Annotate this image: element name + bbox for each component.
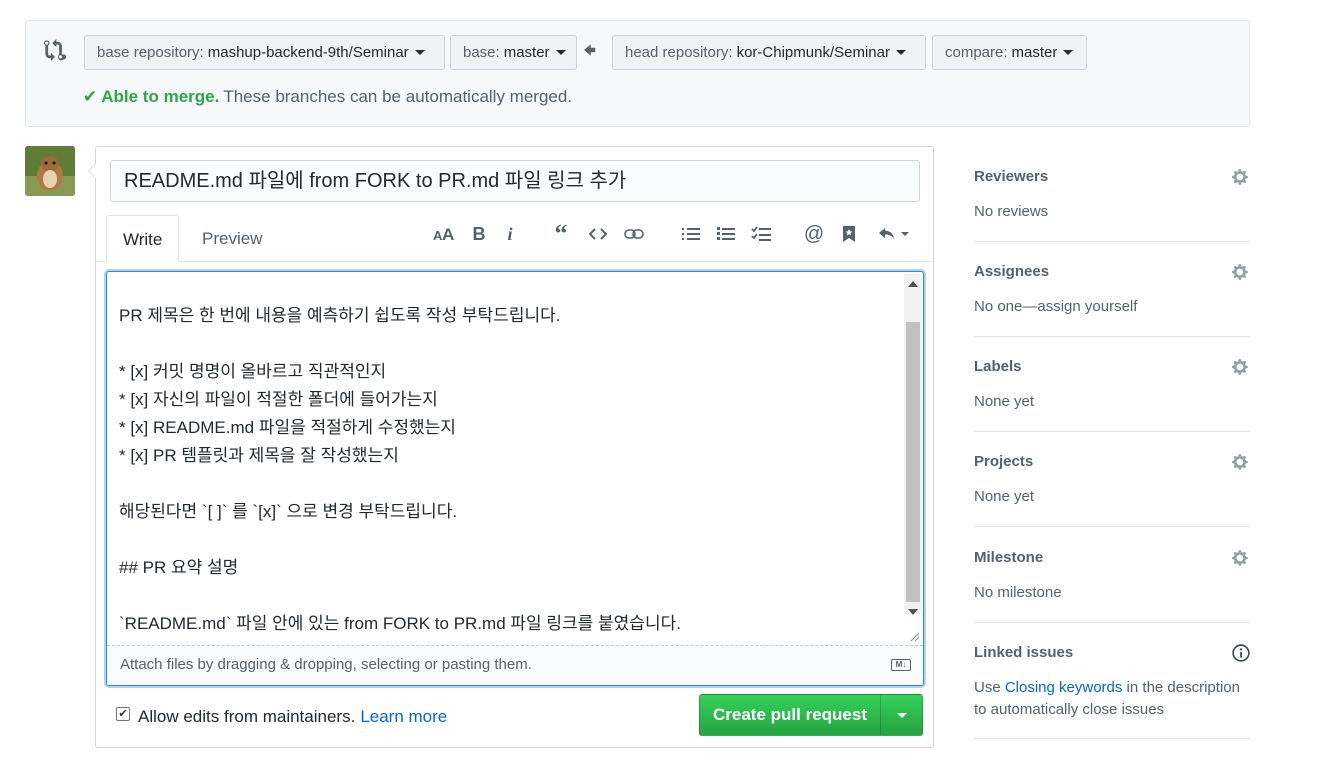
gear-icon[interactable] bbox=[1232, 263, 1250, 281]
allow-edits-label: Allow edits from maintainers. bbox=[138, 707, 356, 726]
avatar[interactable] bbox=[25, 146, 75, 196]
base-branch-key: base: bbox=[463, 44, 500, 61]
sidebar-linked-issues: Linked issues Use Closing keywords in th… bbox=[974, 622, 1250, 739]
sidebar-title[interactable]: Projects bbox=[974, 453, 1033, 470]
mention-icon[interactable]: @ bbox=[801, 221, 827, 247]
scrollbar[interactable] bbox=[904, 274, 921, 615]
body-textarea[interactable]: PR 제목은 한 번에 내용을 예측하기 쉽도록 작성 부탁드립니다. * [x… bbox=[106, 271, 924, 686]
compare-branch-key: compare: bbox=[945, 44, 1008, 61]
linked-issues-text: to automatically close issues bbox=[974, 701, 1165, 718]
create-options-dropdown[interactable] bbox=[880, 694, 923, 736]
check-icon: ✔ bbox=[83, 87, 98, 106]
sidebar-value: No reviews bbox=[974, 203, 1049, 220]
head-repository-key: head repository: bbox=[625, 44, 733, 61]
compare-branch-select[interactable]: compare: master bbox=[932, 35, 1087, 70]
title-input[interactable]: README.md 파일에 from FORK to PR.md 파일 링크 추… bbox=[110, 160, 920, 202]
tab-preview[interactable]: Preview bbox=[186, 215, 278, 262]
base-branch-value: master bbox=[503, 44, 550, 61]
gear-icon[interactable] bbox=[1232, 358, 1250, 376]
sidebar-title[interactable]: Linked issues bbox=[974, 644, 1073, 661]
sidebar-value[interactable]: No one—assign yourself bbox=[974, 296, 1137, 318]
header-icon[interactable]: AA bbox=[431, 221, 457, 247]
sidebar-title[interactable]: Assignees bbox=[974, 263, 1049, 280]
drop-hint: Attach files by dragging & dropping, sel… bbox=[120, 656, 532, 673]
scroll-up-icon[interactable] bbox=[908, 281, 918, 287]
pull-request-form: README.md 파일에 from FORK to PR.md 파일 링크 추… bbox=[88, 146, 934, 748]
sidebar-reviewers: Reviewers No reviews bbox=[974, 146, 1250, 242]
sidebar-value: Use Closing keywords in the description … bbox=[974, 677, 1240, 721]
tab-write[interactable]: Write bbox=[106, 215, 180, 262]
chipmunk-avatar-image bbox=[25, 146, 75, 196]
body-line: * [x] PR 템플릿과 제목을 잘 작성했는지 bbox=[119, 446, 399, 465]
quote-icon[interactable]: “ bbox=[548, 219, 574, 248]
linked-issues-text: in the description bbox=[1122, 679, 1240, 696]
arrow-left-icon bbox=[584, 44, 596, 56]
sidebar-value: None yet bbox=[974, 393, 1035, 410]
allow-edits-checkbox[interactable]: ✔ bbox=[116, 707, 130, 721]
chevron-down-icon bbox=[1063, 50, 1074, 55]
closing-keywords-link[interactable]: Closing keywords bbox=[1005, 679, 1123, 696]
saved-reply-icon[interactable] bbox=[836, 221, 862, 247]
gear-icon[interactable] bbox=[1232, 168, 1250, 186]
gear-icon[interactable] bbox=[1232, 453, 1250, 471]
reply-icon[interactable] bbox=[874, 221, 914, 247]
body-line: `README.md` 파일 안에 있는 from FORK to PR.md … bbox=[119, 614, 681, 633]
chevron-down-icon bbox=[897, 713, 907, 718]
ordered-list-icon[interactable] bbox=[713, 221, 739, 247]
sidebar-title[interactable]: Milestone bbox=[974, 549, 1043, 566]
merge-ok-label: Able to merge. bbox=[101, 87, 220, 106]
sidebar-value: None yet bbox=[974, 488, 1035, 505]
sidebar-projects: Projects None yet bbox=[974, 431, 1250, 527]
compare-bar: base repository: mashup-backend-9th/Semi… bbox=[25, 20, 1250, 127]
code-icon[interactable] bbox=[585, 221, 611, 247]
resize-grip-icon[interactable] bbox=[908, 630, 920, 642]
base-repository-value: mashup-backend-9th/Seminar bbox=[207, 44, 409, 61]
base-repository-key: base repository: bbox=[97, 44, 204, 61]
svg-text:A: A bbox=[442, 226, 454, 242]
sidebar-labels: Labels None yet bbox=[974, 336, 1250, 432]
body-line: * [x] README.md 파일을 적절하게 수정했는지 bbox=[119, 418, 456, 437]
merge-status: ✔ Able to merge. These branches can be a… bbox=[83, 87, 572, 107]
gear-icon[interactable] bbox=[1232, 549, 1250, 567]
chevron-down-icon bbox=[895, 50, 906, 55]
chevron-down-icon bbox=[555, 50, 566, 55]
body-line: 해당된다면 `[ ]` 를 `[x]` 으로 변경 부탁드립니다. bbox=[119, 502, 458, 521]
sidebar-title[interactable]: Reviewers bbox=[974, 168, 1048, 185]
allow-edits-row: ✔ Allow edits from maintainers. Learn mo… bbox=[116, 707, 447, 727]
unordered-list-icon[interactable] bbox=[678, 221, 704, 247]
info-icon[interactable] bbox=[1232, 644, 1250, 662]
head-repository-select[interactable]: head repository: kor-Chipmunk/Seminar bbox=[612, 35, 926, 70]
scroll-down-icon[interactable] bbox=[908, 609, 918, 615]
body-line: PR 제목은 한 번에 내용을 예측하기 쉽도록 작성 부탁드립니다. bbox=[119, 306, 561, 325]
scrollbar-thumb[interactable] bbox=[906, 322, 920, 602]
file-drop-zone[interactable]: Attach files by dragging & dropping, sel… bbox=[107, 645, 923, 685]
task-list-icon[interactable] bbox=[748, 221, 774, 247]
compare-branch-value: master bbox=[1011, 44, 1058, 61]
chevron-down-icon bbox=[414, 50, 425, 55]
body-line: * [x] 커밋 명명이 올바르고 직관적인지 bbox=[119, 362, 387, 381]
sidebar-title[interactable]: Labels bbox=[974, 358, 1022, 375]
sidebar-value: No milestone bbox=[974, 584, 1062, 601]
head-repository-value: kor-Chipmunk/Seminar bbox=[736, 44, 890, 61]
body-text: PR 제목은 한 번에 내용을 예측하기 쉽도록 작성 부탁드립니다. * [x… bbox=[119, 302, 681, 638]
link-icon[interactable] bbox=[621, 221, 647, 247]
body-line: * [x] 자신의 파일이 적절한 폴더에 들어가는지 bbox=[119, 390, 438, 409]
merge-message: These branches can be automatically merg… bbox=[223, 87, 573, 106]
bold-icon[interactable]: B bbox=[466, 221, 492, 247]
sidebar-milestone: Milestone No milestone bbox=[974, 527, 1250, 623]
markdown-icon[interactable]: M↓ bbox=[891, 659, 911, 671]
linked-issues-text: Use bbox=[974, 679, 1005, 696]
base-repository-select[interactable]: base repository: mashup-backend-9th/Semi… bbox=[84, 35, 445, 70]
body-line: ## PR 요약 설명 bbox=[119, 558, 239, 577]
learn-more-link[interactable]: Learn more bbox=[360, 707, 447, 727]
create-pull-request-button[interactable]: Create pull request bbox=[699, 694, 881, 736]
italic-icon[interactable]: i bbox=[497, 221, 523, 247]
base-branch-select[interactable]: base: master bbox=[450, 35, 577, 70]
compare-arrows-icon bbox=[44, 39, 66, 61]
sidebar-assignees: Assignees No one—assign yourself bbox=[974, 241, 1250, 337]
